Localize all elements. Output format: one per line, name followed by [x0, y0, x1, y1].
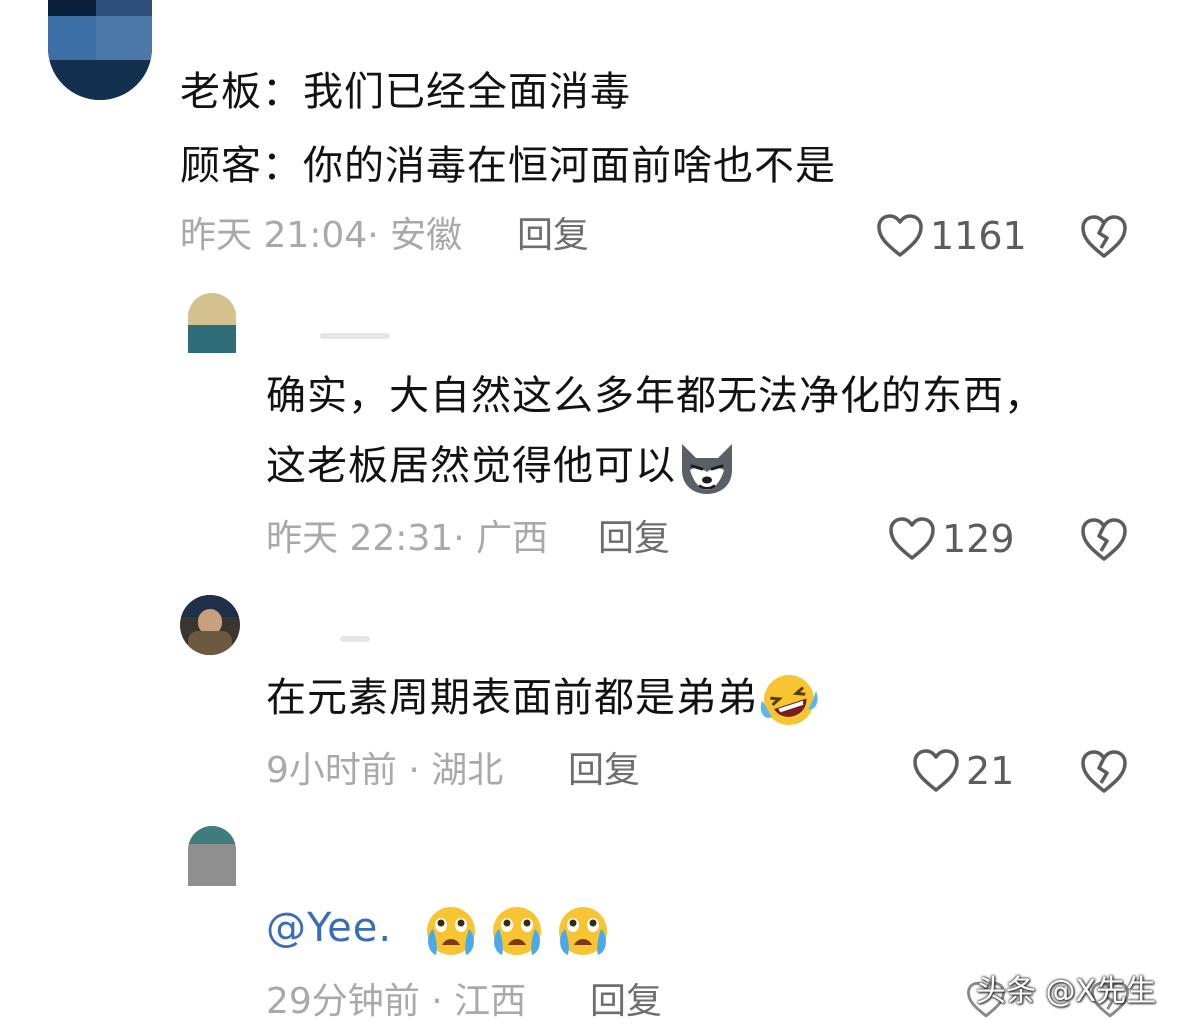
like-button[interactable]: 1161 — [876, 213, 1027, 259]
broken-heart-icon[interactable] — [1080, 214, 1128, 260]
comment-meta: 29分钟前 · 江西 — [266, 981, 527, 1022]
wolf-smirk-emoji — [682, 444, 732, 494]
like-count: 21 — [966, 749, 1015, 793]
laughing-crying-emoji — [760, 675, 818, 725]
like-button[interactable]: 21 — [912, 748, 1014, 794]
avatar[interactable] — [188, 826, 236, 886]
like-count: 1161 — [930, 214, 1027, 258]
comment-meta: 昨天 21:04· 安徽 — [180, 215, 463, 256]
username-placeholder — [320, 333, 390, 339]
username-placeholder — [340, 636, 370, 642]
comment-meta: 9小时前 · 湖北 — [266, 750, 504, 791]
broken-heart-icon[interactable] — [1080, 749, 1128, 795]
comment-text-line: 顾客：你的消毒在恒河面前啥也不是 — [180, 143, 836, 189]
comment-meta: 昨天 22:31· 广西 — [266, 518, 549, 559]
crying-face-emoji — [492, 907, 541, 955]
comment-text-line: 在元素周期表面前都是弟弟 — [266, 670, 820, 729]
reply-button[interactable]: 回复 — [598, 517, 670, 561]
crying-face-emoji — [558, 907, 607, 955]
broken-heart-icon[interactable] — [1080, 517, 1128, 563]
comment-text-line: 这老板居然觉得他可以 — [266, 438, 738, 496]
avatar[interactable] — [180, 595, 240, 655]
comment-text: 这老板居然觉得他可以 — [266, 443, 676, 489]
crying-face-emoji — [426, 907, 475, 955]
avatar[interactable] — [188, 293, 236, 353]
heart-outline-icon — [913, 749, 959, 792]
comment-text-line: @Yee. — [266, 900, 614, 959]
reply-button[interactable]: 回复 — [590, 980, 662, 1024]
like-count: 129 — [942, 517, 1015, 561]
heart-outline-icon — [877, 214, 923, 257]
like-button[interactable]: 129 — [888, 516, 1015, 562]
comment-text: 在元素周期表面前都是弟弟 — [266, 675, 758, 721]
avatar[interactable] — [48, 0, 152, 100]
mention-link[interactable]: @Yee. — [266, 905, 392, 951]
reply-button[interactable]: 回复 — [568, 749, 640, 793]
watermark: 头条 @X先生 — [976, 974, 1157, 1009]
comment-text-line: 老板：我们已经全面消毒 — [180, 69, 631, 115]
heart-outline-icon — [889, 517, 935, 560]
comment-text-line: 确实，大自然这么多年都无法净化的东西， — [266, 373, 1045, 419]
reply-button[interactable]: 回复 — [517, 214, 589, 258]
